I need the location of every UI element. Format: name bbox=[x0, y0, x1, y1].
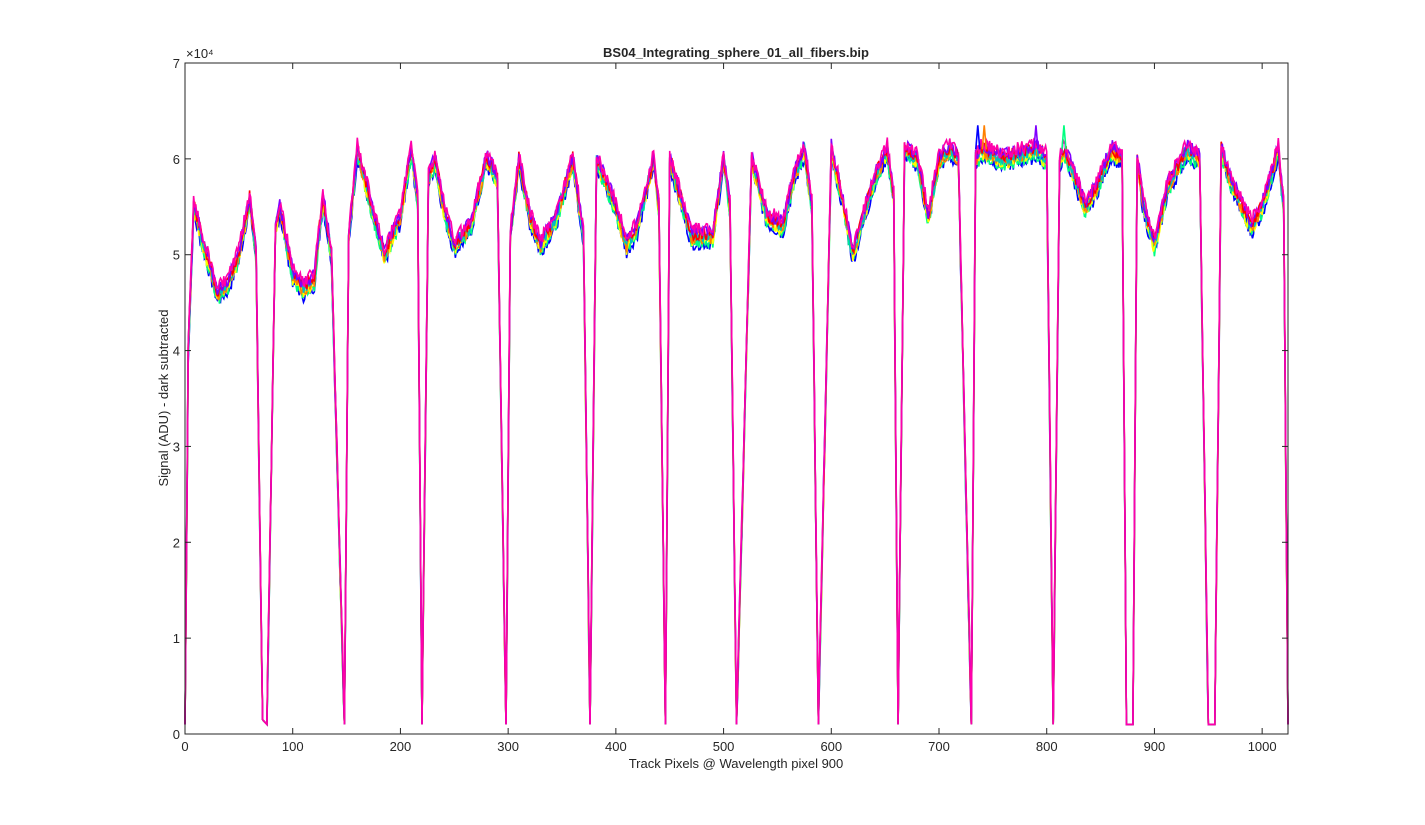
x-tick-label: 600 bbox=[820, 739, 842, 754]
y-tick-label: 3 bbox=[173, 439, 180, 454]
y-tick-label: 5 bbox=[173, 248, 180, 263]
y-tick-label: 2 bbox=[173, 535, 180, 550]
x-tick-label: 300 bbox=[497, 739, 519, 754]
y-tick-label: 7 bbox=[173, 56, 180, 71]
x-tick-label: 800 bbox=[1036, 739, 1058, 754]
figure-canvas: BS04_Integrating_sphere_01_all_fibers.bi… bbox=[0, 0, 1425, 825]
y-tick-label: 4 bbox=[173, 344, 180, 359]
y-tick-label: 1 bbox=[173, 631, 180, 646]
x-tick-label: 1000 bbox=[1248, 739, 1277, 754]
y-exponent-label: ×10⁴ bbox=[186, 46, 214, 61]
y-tick-label: 0 bbox=[173, 727, 180, 742]
x-tick-label: 400 bbox=[605, 739, 627, 754]
chart-title: BS04_Integrating_sphere_01_all_fibers.bi… bbox=[603, 45, 869, 60]
x-tick-label: 0 bbox=[181, 739, 188, 754]
x-tick-label: 500 bbox=[713, 739, 735, 754]
x-tick-label: 200 bbox=[390, 739, 412, 754]
x-tick-label: 700 bbox=[928, 739, 950, 754]
x-axis-label: Track Pixels @ Wavelength pixel 900 bbox=[629, 756, 844, 771]
y-axis-label: Signal (ADU) - dark subtracted bbox=[156, 309, 171, 486]
x-tick-label: 900 bbox=[1144, 739, 1166, 754]
y-tick-label: 6 bbox=[173, 152, 180, 167]
x-tick-label: 100 bbox=[282, 739, 304, 754]
